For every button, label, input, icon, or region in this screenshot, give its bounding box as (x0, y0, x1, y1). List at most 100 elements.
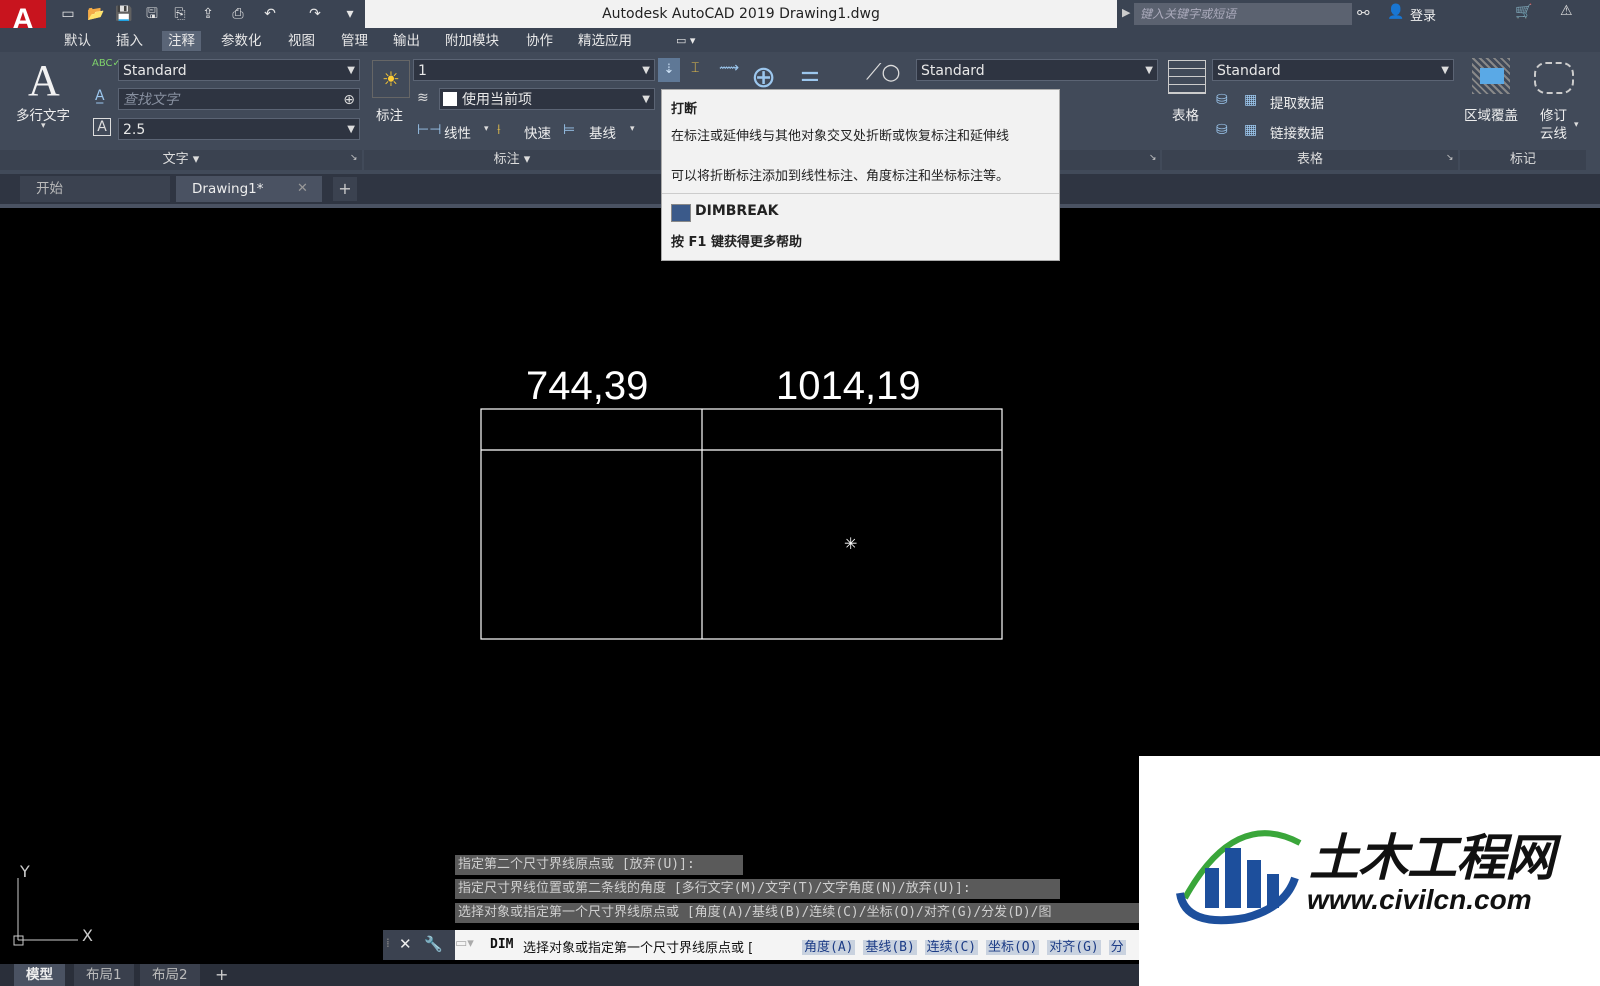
crosshair-cursor-icon: ✳ (844, 534, 858, 553)
dimension-text-1[interactable]: 744,39 (526, 364, 648, 409)
user-icon: 👤 (1387, 4, 1405, 20)
undo-icon[interactable]: ↶ (260, 4, 280, 24)
add-layout-icon[interactable]: + (215, 965, 228, 984)
table-style-combo[interactable]: Standard ▼ (1212, 59, 1454, 81)
revcloud-label-2[interactable]: 云线 (1540, 122, 1567, 142)
link-data-icon[interactable]: ⛁ (1216, 122, 1228, 138)
customize-wrench-icon[interactable]: 🔧 (424, 935, 443, 953)
option-baseline[interactable]: 基线(B) (863, 940, 917, 955)
command-history-line-3: 选择对象或指定第一个尺寸界线原点或 [角度(A)/基线(B)/连续(C)/坐标(… (455, 903, 1148, 923)
tab-output[interactable]: 输出 (393, 31, 420, 51)
multiline-text-icon[interactable]: A (28, 55, 60, 106)
baseline-dropdown-icon[interactable]: ▾ (630, 124, 635, 134)
find-text-input[interactable]: 查找文字 ⊕ (118, 88, 360, 110)
text-height-combo[interactable]: 2.5 ▼ (118, 118, 360, 140)
chevron-down-icon[interactable]: ▾ (41, 121, 46, 131)
dimension-button[interactable]: 标注 (376, 104, 403, 124)
tab-start[interactable]: 开始 (20, 176, 170, 202)
open-web-icon[interactable]: ⎘ (170, 4, 190, 24)
tab-insert[interactable]: 插入 (116, 31, 143, 51)
drawing-table-geometry[interactable] (480, 407, 1005, 642)
dialog-launcher-icon[interactable]: ↘ (350, 153, 358, 163)
autodesk-a360-icon[interactable]: ⚠ (1560, 3, 1573, 19)
save-icon[interactable]: 💾 (114, 4, 134, 24)
new-tab-icon[interactable]: + (333, 177, 357, 201)
dim-style-combo[interactable]: 1 ▼ (413, 59, 655, 81)
linear-dim-icon[interactable]: ⊢⊣ (417, 122, 441, 138)
ribbon-toggle-icon[interactable]: ▭ ▾ (676, 31, 695, 51)
revision-cloud-icon[interactable] (1534, 62, 1574, 94)
tab-annotate[interactable]: 注释 (162, 31, 201, 51)
tab-layout1[interactable]: 布局1 (74, 964, 134, 986)
table-icon[interactable] (1168, 60, 1206, 94)
linear-button[interactable]: 线性 (444, 122, 471, 142)
watermark-url: www.civilcn.com (1307, 884, 1532, 915)
dimension-panel-bar[interactable]: 标注 ▾ (364, 150, 660, 170)
dimension-text-2[interactable]: 1014,19 (776, 364, 921, 409)
recent-commands-icon[interactable]: ▭▾ (455, 936, 474, 951)
redo-icon[interactable]: ↷ (305, 4, 325, 24)
multileader-style-combo[interactable]: Standard ▼ (916, 59, 1158, 81)
option-ordinate[interactable]: 坐标(O) (985, 940, 1040, 955)
grip-icon[interactable]: ⁞ (386, 936, 390, 950)
tab-addins[interactable]: 附加模块 (445, 31, 499, 51)
quick-dim-icon[interactable]: ⟊ (497, 122, 501, 138)
tab-collaborate[interactable]: 协作 (526, 31, 553, 51)
markup-panel-bar[interactable]: 标记 (1460, 150, 1586, 170)
link-data-button[interactable]: 链接数据 (1270, 122, 1324, 142)
option-continue[interactable]: 连续(C) (924, 940, 979, 955)
close-command-icon[interactable]: ✕ (399, 935, 412, 953)
tab-manage[interactable]: 管理 (341, 31, 368, 51)
ucs-x-label: X (82, 926, 93, 945)
revcloud-label-1[interactable]: 修订 (1540, 104, 1567, 124)
new-file-icon[interactable]: ▭ (58, 4, 78, 24)
multileader-icon[interactable]: ⟋○ (866, 60, 901, 85)
revcloud-dropdown-icon[interactable]: ▾ (1574, 120, 1579, 130)
tab-layout2[interactable]: 布局2 (140, 964, 200, 986)
table-panel-bar[interactable]: 表格 (1162, 150, 1458, 170)
baseline-button[interactable]: 基线 (589, 122, 616, 142)
text-panel-bar[interactable]: 文字 ▾ (0, 150, 362, 170)
tab-parametric[interactable]: 参数化 (221, 31, 262, 51)
dim-break-icon[interactable]: ⇣ (658, 58, 680, 82)
wipeout-icon[interactable] (1472, 58, 1510, 94)
tab-default[interactable]: 默认 (64, 31, 91, 51)
option-align[interactable]: 对齐(G) (1047, 940, 1101, 955)
tab-featured-apps[interactable]: 精选应用 (578, 31, 632, 51)
tab-view[interactable]: 视图 (288, 31, 315, 51)
extract-data-icon[interactable]: ⛁ (1216, 92, 1228, 108)
open-file-icon[interactable]: 📂 (86, 4, 106, 24)
link-table-icon[interactable]: ▦ (1244, 122, 1257, 138)
table-dialog-launcher-icon[interactable]: ↘ (1446, 153, 1454, 163)
dim-layer-combo[interactable]: 使用当前项 ▼ (439, 88, 655, 110)
search-input[interactable]: 键入关键字或短语 (1134, 3, 1352, 25)
extract-table-icon[interactable]: ▦ (1244, 92, 1257, 108)
table-button[interactable]: 表格 (1172, 104, 1199, 124)
plot-icon[interactable]: ⎙ (228, 4, 248, 24)
cart-icon[interactable]: 🛒 (1515, 4, 1532, 20)
adjust-space-icon[interactable]: ⌶ (691, 60, 699, 76)
tab-model[interactable]: 模型 (14, 964, 65, 986)
text-style-combo[interactable]: Standard ▼ (118, 59, 360, 81)
option-angle[interactable]: 角度(A) (802, 940, 856, 955)
window-title: Autodesk AutoCAD 2019 Drawing1.dwg (365, 0, 1117, 28)
search-expand-icon[interactable]: ▶ (1122, 6, 1130, 19)
share-icon[interactable]: ⇪ (198, 4, 218, 24)
baseline-icon[interactable]: ⊨ (563, 122, 575, 138)
command-prefix: DIM (490, 937, 514, 952)
save-as-icon[interactable]: 🖫 (142, 4, 162, 24)
binoculars-icon[interactable]: ⚯ (1357, 4, 1370, 22)
dimension-icon[interactable]: ☀ (372, 60, 410, 98)
leader-dialog-launcher-icon[interactable]: ↘ (1149, 153, 1157, 163)
login-button[interactable]: 登录 (1410, 5, 1436, 24)
dim-jog-icon[interactable]: ⟿ (719, 60, 739, 76)
quick-button[interactable]: 快速 (524, 122, 551, 142)
wipeout-button[interactable]: 区域覆盖 (1464, 104, 1518, 124)
quick-access-dropdown-icon[interactable]: ▾ (340, 4, 360, 24)
centerline-icon[interactable]: ⚌ (800, 62, 820, 87)
close-tab-icon[interactable]: ✕ (297, 181, 308, 196)
linear-dropdown-icon[interactable]: ▾ (484, 124, 489, 134)
spell-check-icon[interactable]: ABC✓ (92, 58, 121, 69)
extract-data-button[interactable]: 提取数据 (1270, 92, 1324, 112)
option-distribute[interactable]: 分 (1108, 940, 1126, 955)
